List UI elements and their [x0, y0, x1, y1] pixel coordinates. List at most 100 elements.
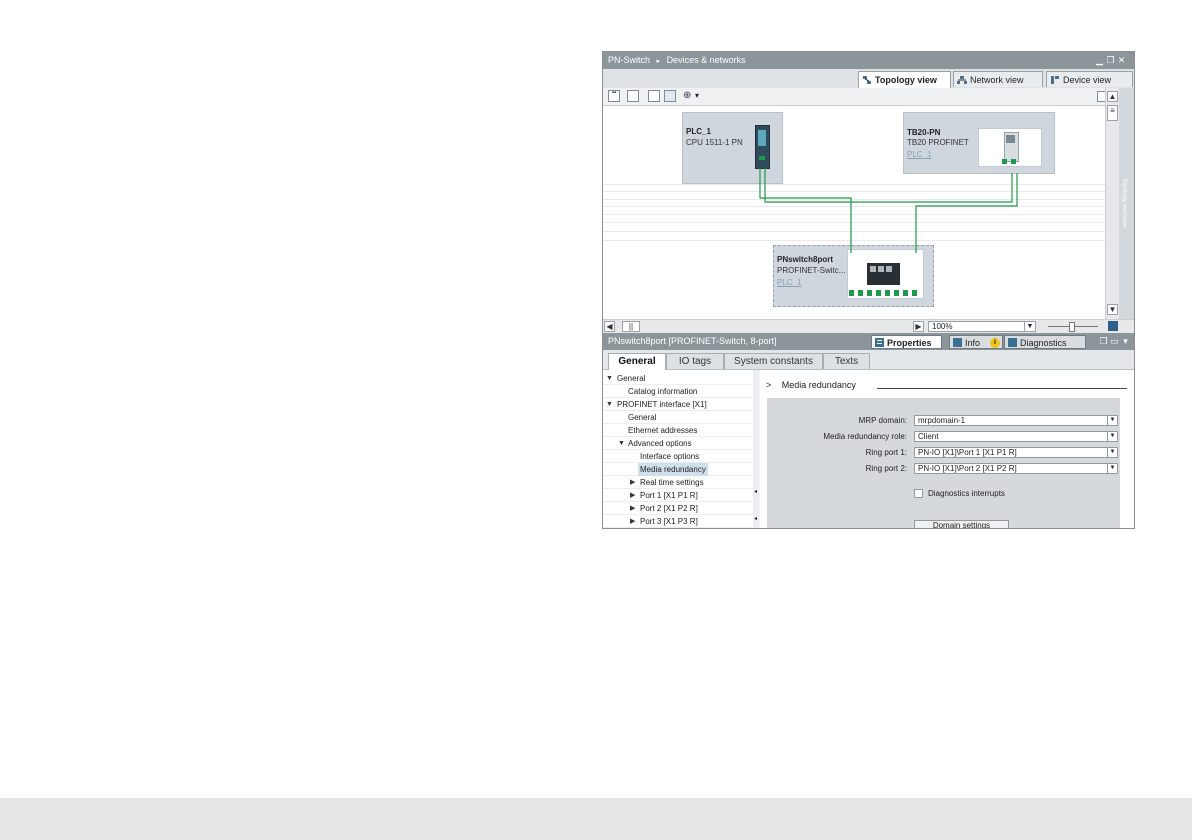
diagnostics-icon: [1008, 338, 1017, 347]
connection-line-plc-switch: [759, 168, 852, 253]
float-panel-icon[interactable]: ❐: [1099, 336, 1108, 346]
ring-port-1-label: Ring port 1:: [865, 448, 907, 457]
diagnostics-interrupts-checkbox[interactable]: [914, 489, 923, 498]
topology-icon: [863, 76, 871, 84]
section-title: Media redundancy: [781, 380, 856, 390]
device-icon: [1051, 76, 1059, 84]
tree-item-label: Port 1 [X1 P1 R]: [640, 491, 698, 500]
zoom-level-select[interactable]: 100% ▼: [928, 321, 1036, 332]
minimize-icon[interactable]: ▁: [1095, 55, 1104, 65]
tree-scrollbar[interactable]: ◂ ◂: [753, 370, 759, 528]
tab-topology-view[interactable]: Topology view: [858, 71, 951, 88]
overview-navigator-icon[interactable]: [1108, 321, 1118, 331]
mrp-domain-select[interactable]: mrpdomain-1 ▼: [914, 415, 1118, 426]
dropdown-arrow-icon[interactable]: ▼: [1107, 464, 1117, 473]
section-collapse-icon[interactable]: >: [766, 380, 771, 390]
scroll-right-icon[interactable]: ▶: [913, 321, 924, 332]
zoom-dropdown-icon[interactable]: ▾: [695, 91, 699, 100]
tab-label: Topology view: [875, 75, 937, 85]
expand-arrow-icon[interactable]: ▼: [618, 437, 625, 450]
dropdown-arrow-icon[interactable]: ▼: [1107, 448, 1117, 457]
breadcrumb-project[interactable]: PN-Switch: [608, 55, 650, 65]
grid-icon[interactable]: [648, 90, 660, 102]
network-icon: [957, 76, 967, 84]
expand-arrow-icon[interactable]: ▼: [606, 372, 613, 385]
expand-arrow-icon[interactable]: ▶: [630, 502, 635, 515]
scroll-down-icon[interactable]: ▼: [1107, 304, 1118, 315]
tab-info[interactable]: Info i: [949, 335, 1003, 349]
expand-arrow-icon[interactable]: ▼: [606, 398, 613, 411]
inspector-title: PNswitch8port [PROFINET-Switch, 8-port]: [608, 336, 777, 346]
breadcrumb-page[interactable]: Devices & networks: [667, 55, 746, 65]
tree-item-profinet-interface[interactable]: ▼ PROFINET interface [X1]: [603, 398, 753, 411]
tree-item-catalog-information[interactable]: Catalog information: [603, 385, 753, 398]
scroll-left-icon[interactable]: ◀: [604, 321, 615, 332]
media-redundancy-role-label: Media redundancy role:: [823, 432, 907, 441]
canvas-vertical-scrollbar[interactable]: ▲ ≡ ▼: [1105, 88, 1120, 319]
tree-item-port-3[interactable]: ▶ Port 3 [X1 P3 R]: [603, 515, 753, 528]
scroll-up-icon[interactable]: ▲: [1107, 91, 1118, 102]
page-break-icon[interactable]: [664, 90, 676, 102]
media-redundancy-role-select[interactable]: Client ▼: [914, 431, 1118, 442]
zoom-slider-handle[interactable]: [1069, 322, 1075, 332]
topology-overview-side-tab[interactable]: Topology overview: [1119, 88, 1134, 319]
tree-item-port-1[interactable]: ▶ Port 1 [X1 P1 R]: [603, 489, 753, 502]
tree-item-interface-options[interactable]: Interface options: [603, 450, 753, 463]
dropdown-arrow-icon[interactable]: ▼: [1107, 432, 1117, 441]
scroll-left-icon[interactable]: ◂: [754, 515, 757, 522]
zoom-icon[interactable]: ⊕: [683, 90, 691, 101]
ring-port-1-select[interactable]: PN-IO [X1]\Port 1 [X1 P1 R] ▼: [914, 447, 1118, 458]
tree-item-label: PROFINET interface [X1]: [617, 400, 707, 409]
dropdown-arrow-icon[interactable]: ▼: [1024, 322, 1035, 331]
show-labels-icon[interactable]: ▪▪: [608, 90, 620, 102]
properties-icon: [875, 338, 884, 347]
scroll-left-icon[interactable]: ◂: [754, 488, 757, 495]
editor-title-bar: PN-Switch ▸ Devices & networks ▁ ❐ ✕: [603, 52, 1134, 69]
canvas-horizontal-scrollbar[interactable]: ◀ || ▶ 100% ▼: [603, 319, 1134, 334]
expand-arrow-icon[interactable]: ▶: [630, 515, 635, 528]
tree-item-general[interactable]: ▼ General: [603, 372, 753, 385]
tree-item-interface-general[interactable]: General: [603, 411, 753, 424]
tab-system-constants[interactable]: System constants: [724, 353, 823, 369]
expand-arrow-icon[interactable]: ▶: [630, 476, 635, 489]
property-tab-row: General IO tags System constants Texts: [603, 350, 1134, 370]
ring-port-2-label: Ring port 2:: [865, 464, 907, 473]
tree-item-real-time-settings[interactable]: ▶ Real time settings: [603, 476, 753, 489]
tab-texts[interactable]: Texts: [823, 353, 870, 369]
side-tab-label: Topology overview: [1121, 178, 1127, 228]
tab-properties[interactable]: Properties: [871, 335, 942, 349]
select-value: Client: [918, 432, 939, 441]
breadcrumb: PN-Switch ▸ Devices & networks: [608, 55, 746, 65]
topology-canvas[interactable]: PLC_1 CPU 1511-1 PN TB20-PN TB20 PROFINE…: [603, 106, 1105, 319]
connection-line-tb20-switch: [764, 168, 1013, 203]
close-icon[interactable]: ✕: [1117, 55, 1126, 65]
tree-item-advanced-options[interactable]: ▼ Advanced options: [603, 437, 753, 450]
scroll-thumb[interactable]: ≡: [1107, 105, 1118, 121]
topology-connections: [759, 168, 1018, 253]
tab-general[interactable]: General: [608, 353, 666, 370]
tree-item-label: Port 3 [X1 P3 R]: [640, 517, 698, 526]
tree-item-port-2[interactable]: ▶ Port 2 [X1 P2 R]: [603, 502, 753, 515]
tab-diagnostics[interactable]: Diagnostics: [1004, 335, 1086, 349]
minimize-panel-icon[interactable]: ▭: [1110, 336, 1119, 346]
select-value: PN-IO [X1]\Port 1 [X1 P1 R]: [918, 448, 1017, 457]
collapse-panel-icon[interactable]: ▾: [1121, 336, 1130, 346]
tree-item-media-redundancy[interactable]: Media redundancy: [603, 463, 753, 476]
domain-settings-button[interactable]: Domain settings: [914, 520, 1009, 528]
tree-item-label: Ethernet addresses: [628, 426, 698, 435]
diagnostics-interrupts-label: Diagnostics interrupts: [928, 489, 1005, 498]
tab-device-view[interactable]: Device view: [1046, 71, 1133, 87]
ring-port-2-select[interactable]: PN-IO [X1]\Port 2 [X1 P2 R] ▼: [914, 463, 1118, 474]
scroll-thumb[interactable]: ||: [622, 321, 640, 332]
connect-icon[interactable]: [627, 90, 639, 102]
dropdown-arrow-icon[interactable]: ▼: [1107, 416, 1117, 425]
info-badge-icon: i: [990, 338, 1000, 348]
tab-network-view[interactable]: Network view: [953, 71, 1043, 87]
section-header[interactable]: > Media redundancy: [766, 380, 856, 390]
tree-item-label: Interface options: [640, 452, 700, 461]
tree-item-ethernet-addresses[interactable]: Ethernet addresses: [603, 424, 753, 437]
restore-icon[interactable]: ❐: [1106, 55, 1115, 65]
expand-arrow-icon[interactable]: ▶: [630, 489, 635, 502]
tab-io-tags[interactable]: IO tags: [666, 353, 724, 369]
inspector-title-bar: PNswitch8port [PROFINET-Switch, 8-port] …: [603, 333, 1134, 350]
